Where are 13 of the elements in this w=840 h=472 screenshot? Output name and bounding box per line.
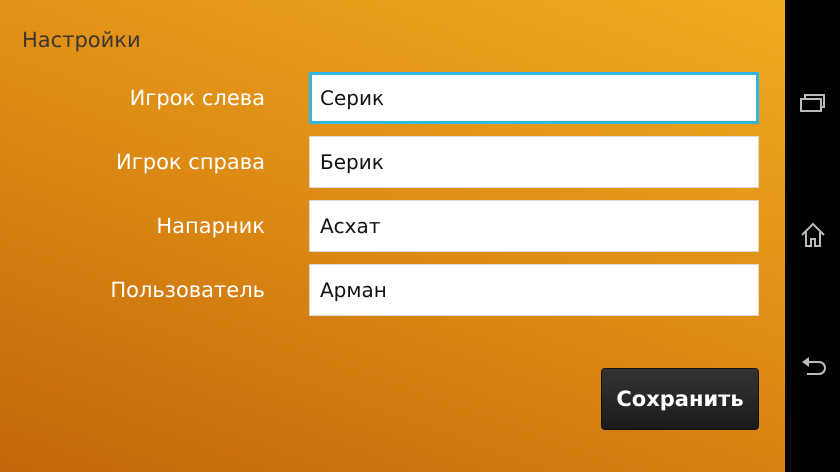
text-field[interactable]: Берик bbox=[309, 136, 759, 188]
field-label: Игрок справа bbox=[115, 150, 265, 174]
text-field[interactable]: Серик bbox=[309, 72, 759, 124]
field-label: Пользователь bbox=[109, 278, 265, 302]
text-field[interactable]: Асхат bbox=[309, 200, 759, 252]
field-label: Игрок слева bbox=[128, 86, 265, 110]
save-button[interactable]: Сохранить bbox=[601, 368, 759, 430]
field-label: Напарник bbox=[155, 214, 265, 238]
recent-apps-icon[interactable] bbox=[800, 94, 826, 113]
back-icon[interactable] bbox=[800, 356, 826, 376]
screen-title: Настройки bbox=[22, 28, 142, 54]
home-icon[interactable] bbox=[800, 222, 826, 248]
text-field[interactable]: Арман bbox=[309, 264, 759, 316]
